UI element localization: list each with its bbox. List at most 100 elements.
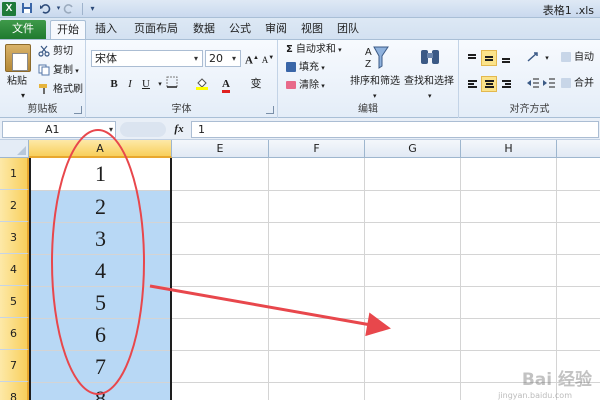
row-header-1[interactable]: 1 — [0, 158, 29, 190]
copy-button[interactable]: 复制 ▾ — [38, 63, 79, 79]
align-right-button[interactable] — [498, 76, 514, 92]
wrap-text-icon — [561, 52, 571, 62]
merge-center-button[interactable]: 合并 — [561, 76, 594, 92]
tab-review[interactable]: 审阅 — [262, 20, 290, 39]
tab-home[interactable]: 开始 — [50, 20, 86, 39]
paste-icon[interactable] — [5, 44, 31, 72]
insert-function-button[interactable]: fx — [168, 121, 190, 138]
orientation-dropdown-icon[interactable]: ▾ — [539, 50, 555, 66]
customize-icon[interactable]: ▾ — [86, 2, 99, 15]
window-title: 表格1 .xls — [542, 4, 594, 17]
column-header-blank[interactable] — [557, 140, 600, 158]
row-header-4[interactable]: 4 — [0, 254, 29, 286]
fill-button[interactable]: 填充 ▾ — [286, 60, 325, 76]
cell-a6[interactable]: 6 — [30, 319, 171, 350]
column-header-h[interactable]: H — [461, 140, 557, 158]
column-header-g[interactable]: G — [365, 140, 461, 158]
watermark: Bai 经验 — [521, 370, 592, 390]
formula-input[interactable]: 1 — [191, 121, 599, 138]
merge-icon — [561, 78, 571, 88]
row-header-5[interactable]: 5 — [0, 286, 29, 318]
bottom-align-button[interactable] — [498, 50, 514, 66]
editing-group-label: 编辑 — [358, 104, 378, 115]
column-header-a[interactable]: A — [29, 140, 172, 158]
name-box[interactable]: A1 ▾ — [2, 121, 116, 138]
copy-icon — [38, 64, 50, 76]
border-icon[interactable] — [164, 76, 180, 92]
cell-a1[interactable]: 1 — [30, 158, 171, 190]
tab-view[interactable]: 视图 — [298, 20, 326, 39]
autosum-button[interactable]: Σ 自动求和 ▾ — [286, 42, 342, 58]
column-header-e[interactable]: E — [172, 140, 269, 158]
top-align-button[interactable] — [464, 50, 480, 66]
excel-window: X ▾ ▾ 表格1 .xls 文件 开始 插入 页面布局 数据 公式 审阅 视图… — [0, 0, 600, 400]
italic-button[interactable]: I — [122, 76, 138, 92]
tab-insert[interactable]: 插入 — [91, 20, 121, 39]
svg-text:Z: Z — [365, 59, 371, 70]
select-all-button[interactable] — [0, 140, 29, 158]
undo-icon[interactable] — [38, 2, 51, 15]
align-left-button[interactable] — [464, 76, 480, 92]
clipboard-launcher-icon[interactable] — [74, 106, 82, 114]
row-header-3[interactable]: 3 — [0, 222, 29, 254]
middle-align-button[interactable] — [481, 50, 497, 66]
row-header-6[interactable]: 6 — [0, 318, 29, 350]
phonetic-button[interactable]: 变 — [248, 76, 264, 92]
cell-a8[interactable]: 8 — [30, 383, 171, 400]
tab-file[interactable]: 文件 — [0, 20, 46, 39]
spreadsheet-grid: A E F G H 1 2 3 4 5 6 7 8 1 2 3 4 5 6 7 — [0, 140, 600, 400]
wrap-text-label: 自动 — [574, 52, 594, 63]
cell-a5[interactable]: 5 — [30, 287, 171, 318]
sort-filter-icon[interactable]: AZ — [364, 44, 390, 72]
redo-icon[interactable] — [62, 2, 75, 15]
cell-a7[interactable]: 7 — [30, 351, 171, 382]
decrease-indent-icon[interactable] — [525, 76, 541, 92]
font-group: 宋体 ▾ 20 ▾ A▲ A▼ B I U ▾ A 变 字体 — [86, 40, 278, 118]
wrap-text-button[interactable]: 自动 — [561, 50, 594, 66]
font-launcher-icon[interactable] — [266, 106, 274, 114]
fill-color-icon[interactable] — [194, 76, 210, 92]
clear-button[interactable]: 清除 ▾ — [286, 78, 325, 94]
cell-a2[interactable]: 2 — [30, 191, 171, 222]
row-header-7[interactable]: 7 — [0, 350, 29, 382]
font-name-select[interactable]: 宋体 ▾ — [91, 50, 203, 67]
tab-data[interactable]: 数据 — [190, 20, 218, 39]
name-box-dropdown-icon: ▾ — [108, 125, 113, 134]
format-painter-button[interactable]: 格式刷 — [38, 82, 83, 98]
shrink-font-button[interactable]: A▼ — [260, 50, 276, 66]
clear-label: 清除 — [299, 80, 319, 91]
row-header-2[interactable]: 2 — [0, 190, 29, 222]
align-center-button[interactable] — [481, 76, 497, 92]
ribbon: 粘贴 ▾ 剪切 复制 ▾ 格式刷 剪贴板 宋体 ▾ 20 ▾ A▲ A▼ B I… — [0, 39, 600, 118]
gridline — [364, 158, 365, 400]
save-icon[interactable] — [20, 2, 33, 15]
tab-formulas[interactable]: 公式 — [226, 20, 254, 39]
editing-group: Σ 自动求和 ▾ 填充 ▾ 清除 ▾ AZ 排序和筛选 ▾ 查找和选择 ▾ 编辑 — [278, 40, 459, 118]
font-size-select[interactable]: 20 ▾ — [205, 50, 241, 67]
tab-page-layout[interactable]: 页面布局 — [128, 20, 184, 39]
merge-label: 合并 — [574, 78, 594, 89]
formula-bar: A1 ▾ fx 1 — [0, 118, 600, 140]
font-color-letter: A — [222, 78, 230, 93]
column-header-f[interactable]: F — [269, 140, 365, 158]
autosum-label: 自动求和 — [295, 44, 336, 55]
ribbon-tabs: 文件 开始 插入 页面布局 数据 公式 审阅 视图 团队 — [0, 18, 600, 39]
eraser-icon — [286, 81, 296, 89]
row-header-8[interactable]: 8 — [0, 382, 29, 400]
cell-a3[interactable]: 3 — [30, 223, 171, 254]
bold-button[interactable]: B — [106, 76, 122, 92]
cut-label: 剪切 — [53, 46, 73, 57]
alignment-group-label: 对齐方式 — [509, 104, 550, 115]
binoculars-icon[interactable] — [418, 44, 442, 70]
font-color-button[interactable]: A — [218, 76, 234, 93]
cut-button[interactable]: 剪切 — [38, 44, 73, 60]
cell-a4[interactable]: 4 — [30, 255, 171, 286]
grow-font-button[interactable]: A▲ — [244, 50, 260, 67]
font-size-dropdown-icon: ▾ — [231, 54, 236, 63]
font-name-value: 宋体 — [95, 52, 117, 65]
increase-indent-icon[interactable] — [541, 76, 557, 92]
tab-team[interactable]: 团队 — [334, 20, 362, 39]
excel-app-icon[interactable]: X — [2, 2, 16, 16]
scissors-icon — [38, 45, 50, 57]
formula-bar-buttons — [120, 122, 166, 137]
